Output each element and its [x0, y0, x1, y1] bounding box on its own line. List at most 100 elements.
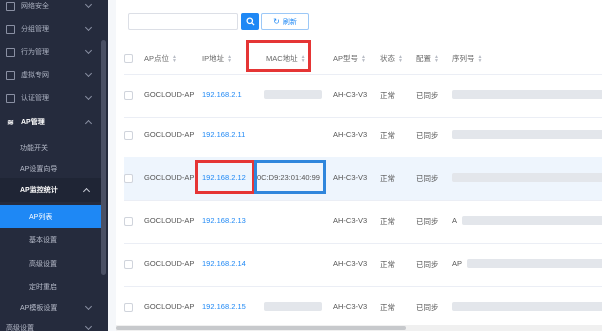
sort-icon: ▲ ▼ — [172, 54, 177, 65]
cell-ip[interactable]: 192.168.2.13 — [202, 216, 246, 225]
chevron-up-icon — [82, 187, 91, 196]
header-serial[interactable]: 序列号 ▲ ▼ — [452, 53, 482, 64]
row-checkbox[interactable] — [124, 91, 133, 100]
sidebar-item-label: 基本设置 — [29, 236, 57, 244]
header-model[interactable]: AP型号 ▲ ▼ — [333, 53, 366, 64]
header-label: 序列号 — [452, 54, 475, 63]
cell-status: 正常 — [380, 303, 395, 312]
table-row[interactable]: GOCLOUD-AP 192.168.2.11 AH-C3-V3 正常 已同步 — [124, 114, 602, 158]
group-icon — [6, 24, 15, 34]
cell-site: GOCLOUD-AP — [144, 216, 195, 225]
sidebar-item-ap-monitor[interactable]: AP监控统计 — [0, 178, 101, 202]
header-ip[interactable]: IP地址 ▲ ▼ — [202, 53, 232, 64]
chevron-down-icon — [84, 0, 93, 9]
sidebar-item-ap-list[interactable]: AP列表 — [0, 205, 101, 228]
sidebar-item-label: AP设置向导 — [20, 165, 58, 173]
redacted-mac — [264, 302, 322, 311]
cell-site: GOCLOUD-AP — [144, 302, 195, 311]
sidebar-item-ap-setup-wizard[interactable]: AP设置向导 — [0, 157, 101, 180]
table-row[interactable]: GOCLOUD-AP 192.168.2.14 AH-C3-V3 正常 已同步 … — [124, 243, 602, 287]
scrollbar-thumb[interactable] — [116, 326, 406, 330]
chevron-down-icon — [84, 46, 93, 55]
sidebar-scrollbar[interactable] — [101, 40, 106, 275]
cell-model: AH-C3-V3 — [333, 259, 368, 268]
search-input[interactable] — [128, 13, 238, 30]
table-row[interactable]: GOCLOUD-AP 192.168.2.1 AH-C3-V3 正常 已同步 — [124, 74, 602, 118]
mac-header-highlight — [246, 40, 311, 72]
cell-status: 正常 — [380, 174, 395, 183]
row-checkbox[interactable] — [124, 217, 133, 226]
row-checkbox[interactable] — [124, 303, 133, 312]
sidebar-item-label: AP列表 — [29, 213, 53, 221]
sidebar-item-label: 高级设置 — [29, 260, 57, 268]
cell-config: 已同步 — [416, 91, 439, 100]
sidebar-item-advanced[interactable]: 高级设置 — [0, 316, 101, 331]
header-label: 配置 — [416, 54, 431, 63]
sidebar-item-auth-manage[interactable]: 认证管理 — [0, 86, 101, 110]
cell-model: AH-C3-V3 — [333, 216, 368, 225]
cell-config: 已同步 — [416, 303, 439, 312]
cell-model: AH-C3-V3 — [333, 302, 368, 311]
cell-model: AH-C3-V3 — [333, 130, 368, 139]
shield-icon — [6, 1, 15, 11]
sidebar-item-label: 高级设置 — [6, 324, 34, 331]
header-status[interactable]: 状态 ▲ ▼ — [380, 53, 403, 64]
sidebar-item-network-security[interactable]: 网络安全 — [0, 0, 101, 18]
sidebar-item-basic-settings[interactable]: 基本设置 — [0, 228, 101, 251]
sidebar-item-behavior-manage[interactable]: 行为管理 — [0, 40, 101, 64]
table-row[interactable]: GOCLOUD-AP 192.168.2.15 AH-C3-V3 正常 已同步 — [124, 286, 602, 330]
cell-config: 已同步 — [416, 131, 439, 140]
cell-model: AH-C3-V3 — [333, 173, 368, 182]
refresh-button[interactable]: ↻ 刷新 — [261, 13, 309, 30]
row-checkbox[interactable] — [124, 260, 133, 269]
header-label: AP型号 — [333, 54, 359, 63]
sidebar-item-label: 网络安全 — [21, 3, 49, 10]
mac-cell-highlight — [254, 160, 326, 194]
redacted-serial — [452, 130, 602, 139]
cell-status: 正常 — [380, 217, 395, 226]
sidebar-item-advanced-settings[interactable]: 高级设置 — [0, 252, 101, 275]
sidebar-item-scheduled-reboot[interactable]: 定时重启 — [0, 275, 101, 298]
redacted-mac — [264, 90, 322, 99]
search-button[interactable] — [241, 13, 259, 30]
wifi-icon: ≋ — [7, 117, 14, 127]
cell-site: GOCLOUD-AP — [144, 259, 195, 268]
cell-ip[interactable]: 192.168.2.11 — [202, 130, 245, 139]
cell-status: 正常 — [380, 91, 395, 100]
sidebar-item-label: 虚拟专网 — [21, 72, 49, 79]
horizontal-scrollbar[interactable] — [116, 325, 602, 331]
cell-site: GOCLOUD-AP — [144, 90, 195, 99]
sort-icon: ▲ ▼ — [398, 54, 403, 65]
sort-icon: ▲ ▼ — [434, 54, 439, 65]
sidebar-item-vpn[interactable]: 虚拟专网 — [0, 63, 101, 87]
cell-config: 已同步 — [416, 174, 439, 183]
row-checkbox[interactable] — [124, 131, 133, 140]
cell-ip[interactable]: 192.168.2.14 — [202, 259, 246, 268]
chevron-down-icon — [84, 69, 93, 78]
cell-site: GOCLOUD-AP — [144, 130, 195, 139]
sidebar-item-label: 定时重启 — [29, 283, 57, 291]
header-label: AP点位 — [144, 54, 170, 63]
header-config[interactable]: 配置 ▲ ▼ — [416, 53, 439, 64]
content-panel: ↻ 刷新 AP点位 ▲ ▼ IP地址 ▲ ▼ MAC地址 ▲ ▼ AP型号 ▲ ▼ 状态 ▲ ▼ 配… — [116, 0, 602, 331]
sidebar-item-ap-manage[interactable]: ≋ AP管理 — [0, 110, 101, 134]
table-row[interactable]: GOCLOUD-AP 192.168.2.13 AH-C3-V3 正常 已同步 … — [124, 200, 602, 244]
network-icon — [6, 70, 15, 80]
cell-ip[interactable]: 192.168.2.15 — [202, 302, 246, 311]
sidebar-item-label: AP管理 — [21, 119, 45, 126]
header-ap-site[interactable]: AP点位 ▲ ▼ — [144, 53, 177, 64]
row-checkbox[interactable] — [124, 174, 133, 183]
id-card-icon — [6, 93, 15, 103]
redacted-serial — [452, 302, 602, 311]
edit-icon — [6, 47, 15, 57]
select-all-checkbox[interactable] — [124, 54, 133, 63]
cell-status: 正常 — [380, 260, 395, 269]
sidebar-item-group-manage[interactable]: 分组管理 — [0, 17, 101, 41]
search-icon — [245, 17, 255, 26]
sidebar-item-feature-switch[interactable]: 功能开关 — [0, 136, 101, 159]
header-label: 状态 — [380, 54, 395, 63]
cell-config: 已同步 — [416, 217, 439, 226]
redacted-serial — [462, 216, 602, 225]
cell-ip[interactable]: 192.168.2.1 — [202, 90, 242, 99]
sidebar-item-label: 分组管理 — [21, 26, 49, 33]
